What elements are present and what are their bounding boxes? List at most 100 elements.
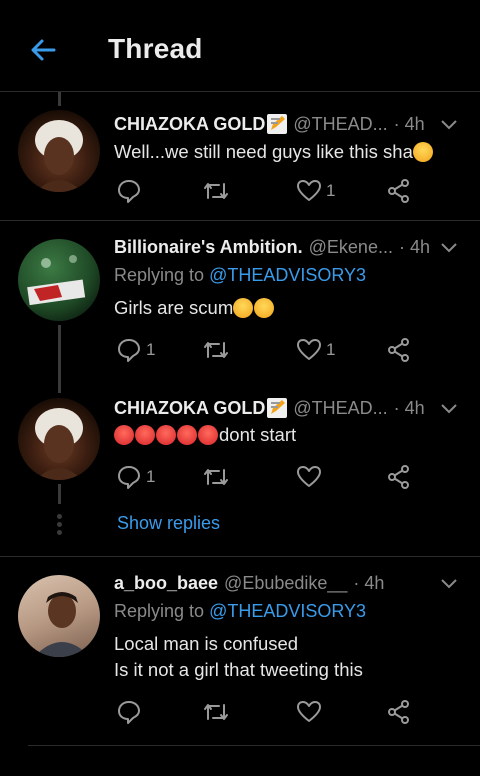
avatar[interactable] (18, 239, 100, 321)
tweet-text-line-1: Local man is confused (114, 633, 299, 654)
tweet-meta: a_boo_baee @Ebubedike__ · 4h (114, 571, 460, 595)
tweet[interactable]: Billionaire's Ambition. @Ekene... · 4h R… (0, 221, 480, 393)
like-count: 1 (326, 181, 336, 200)
user-handle[interactable]: @THEAD... (293, 398, 387, 419)
reply-icon (118, 180, 140, 203)
tweet-meta: CHIAZOKA GOLD @THEAD... · 4h (114, 396, 460, 420)
rolling-on-floor-laughing-emoji-icon (254, 298, 275, 318)
replying-to-mention[interactable]: @THEADVISORY3 (209, 265, 366, 285)
tweet-meta: CHIAZOKA GOLD @THEAD... · 4h (114, 112, 460, 136)
like-icon (297, 339, 321, 360)
thread-continuation-dots (57, 514, 62, 538)
share-icon (388, 465, 409, 489)
retweet-icon (204, 704, 228, 720)
tweet-text: Girls are scum (114, 294, 275, 321)
share-button[interactable] (386, 176, 412, 206)
share-button[interactable] (386, 462, 412, 492)
share-icon (388, 179, 409, 203)
angry-face-emoji-icon (114, 425, 134, 445)
angry-face-emoji-icon (135, 425, 155, 445)
show-replies-link[interactable]: Show replies (117, 513, 220, 534)
tweet-text-content: Girls are scum (114, 297, 234, 318)
angry-face-emoji-icon (198, 425, 218, 445)
page-title: Thread (108, 33, 203, 64)
retweet-button[interactable] (202, 697, 234, 727)
like-button[interactable]: 1 (296, 176, 335, 206)
replying-to: Replying to @THEADVISORY3 (114, 601, 366, 622)
tweet-actions: 1 (114, 176, 434, 206)
share-icon (388, 700, 409, 724)
reply-button[interactable]: 1 (116, 335, 155, 365)
retweet-icon (204, 183, 228, 199)
tweet-text-content: dont start (219, 424, 297, 445)
retweet-button[interactable] (202, 335, 234, 365)
divider (28, 745, 480, 746)
memo-emoji-icon (267, 398, 288, 418)
chevron-down-icon[interactable] (440, 399, 458, 417)
display-name[interactable]: CHIAZOKA GOLD (114, 398, 265, 419)
rolling-on-floor-laughing-emoji-icon (233, 298, 254, 318)
retweet-icon (204, 469, 228, 485)
like-button[interactable]: 1 (296, 335, 335, 365)
avatar[interactable] (18, 398, 100, 480)
replying-to: Replying to @THEADVISORY3 (114, 265, 366, 286)
reply-count: 1 (146, 467, 156, 486)
chevron-down-icon[interactable] (440, 115, 458, 133)
memo-emoji-icon (267, 114, 288, 134)
replying-to-label: Replying to (114, 601, 205, 621)
timestamp: · 4h (393, 397, 425, 418)
angry-face-emoji-icon (177, 425, 197, 445)
angry-face-emoji-icon (156, 425, 176, 445)
share-icon (388, 338, 409, 362)
thread-connector (58, 325, 61, 393)
like-count: 1 (326, 340, 336, 359)
reply-icon (118, 339, 140, 362)
like-button[interactable] (296, 462, 326, 492)
tweet-text: dont start (114, 421, 296, 448)
like-icon (297, 180, 321, 201)
display-name[interactable]: a_boo_baee (114, 573, 218, 594)
reply-count: 1 (146, 340, 156, 359)
timestamp: · 4h (393, 113, 425, 134)
like-button[interactable] (296, 697, 326, 727)
tweet-meta: Billionaire's Ambition. @Ekene... · 4h (114, 235, 460, 259)
back-arrow-icon (31, 39, 56, 61)
retweet-button[interactable] (202, 176, 234, 206)
reply-button[interactable] (116, 697, 146, 727)
tweet-text-content: Well...we still need guys like this sha (114, 141, 413, 162)
tweet[interactable]: a_boo_baee @Ebubedike__ · 4h Replying to… (0, 557, 480, 743)
tweet-actions (114, 697, 434, 727)
retweet-button[interactable] (202, 462, 234, 492)
timestamp: · 4h (398, 236, 430, 257)
like-icon (297, 466, 321, 487)
share-button[interactable] (386, 697, 412, 727)
share-button[interactable] (386, 335, 412, 365)
chevron-down-icon[interactable] (440, 574, 458, 592)
tweet[interactable]: CHIAZOKA GOLD @THEAD... · 4h dont start … (0, 388, 480, 556)
user-handle[interactable]: @Ebubedike__ (224, 573, 347, 594)
reply-button[interactable] (116, 176, 146, 206)
thread-connector (58, 484, 61, 504)
reply-icon (118, 466, 140, 489)
tweet-text-line-2: Is it not a girl that tweeting this (114, 659, 363, 680)
retweet-icon (204, 342, 228, 358)
avatar[interactable] (18, 575, 100, 657)
back-button[interactable] (26, 33, 60, 67)
display-name[interactable]: CHIAZOKA GOLD (114, 114, 265, 135)
avatar[interactable] (18, 110, 100, 192)
replying-to-mention[interactable]: @THEADVISORY3 (209, 601, 366, 621)
thread-header: Thread (0, 0, 480, 92)
tweet-actions: 1 (114, 462, 434, 492)
reply-button[interactable]: 1 (116, 462, 155, 492)
tweet-text: Well...we still need guys like this sha (114, 138, 434, 165)
chevron-down-icon[interactable] (440, 238, 458, 256)
user-handle[interactable]: @Ekene... (309, 237, 393, 258)
tweet-actions: 1 1 (114, 335, 434, 365)
like-icon (297, 701, 321, 722)
display-name[interactable]: Billionaire's Ambition. (114, 237, 303, 258)
timestamp: · 4h (353, 572, 385, 593)
user-handle[interactable]: @THEAD... (293, 114, 387, 135)
tweet[interactable]: CHIAZOKA GOLD @THEAD... · 4h Well...we s… (0, 92, 480, 220)
reply-icon (118, 701, 140, 724)
replying-to-label: Replying to (114, 265, 205, 285)
